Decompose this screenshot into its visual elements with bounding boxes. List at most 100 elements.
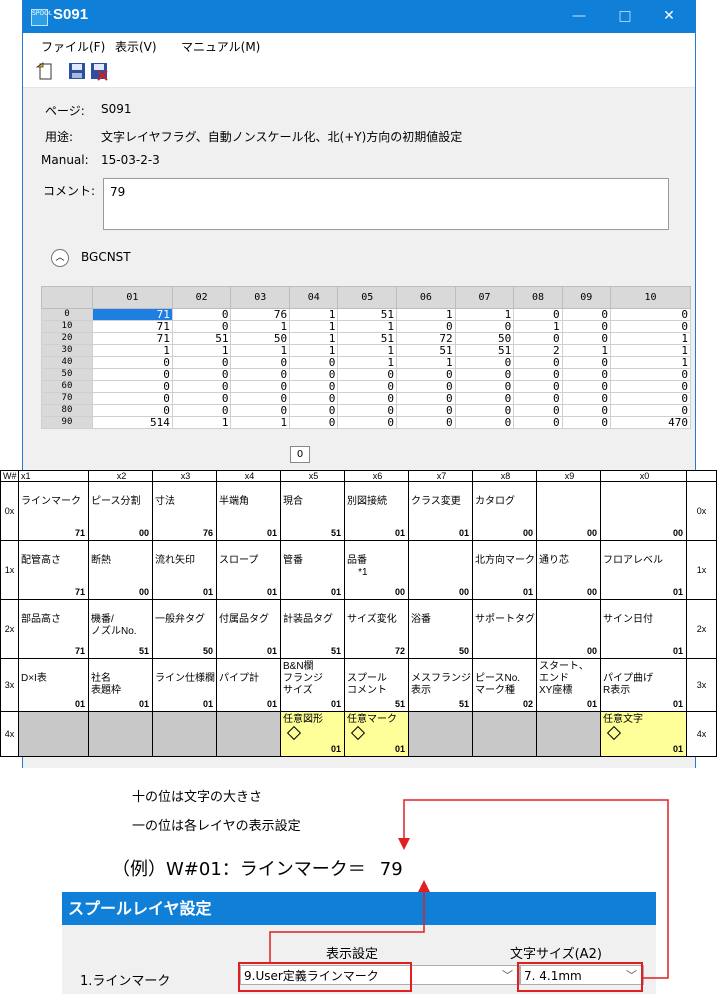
grid-cell[interactable]: 0 [396, 416, 456, 429]
grid-cell[interactable]: 0 [337, 416, 398, 429]
save-icon[interactable] [67, 61, 87, 81]
grid-cell[interactable]: 0 [561, 320, 611, 333]
collapse-icon[interactable]: ︿ [51, 249, 69, 267]
grid-cell[interactable]: 0 [561, 332, 611, 345]
grid-cell[interactable]: 71 [91, 308, 173, 321]
grid-cell[interactable]: 0 [289, 380, 339, 393]
grid-cell[interactable]: 0 [289, 392, 339, 405]
grid-cell[interactable]: 1 [230, 416, 291, 429]
grid-cell[interactable]: 0 [454, 356, 515, 369]
maximize-button[interactable]: □ [615, 8, 635, 24]
grid-cell[interactable]: 470 [609, 416, 692, 429]
grid-cell[interactable]: 1 [337, 344, 398, 357]
grid-cell[interactable]: 51 [396, 344, 456, 357]
grid-cell[interactable]: 0 [396, 368, 456, 381]
grid-cell[interactable]: 1 [396, 356, 456, 369]
grid-cell[interactable]: 0 [171, 356, 232, 369]
save-as-icon[interactable] [89, 61, 109, 81]
grid-cell[interactable]: 0 [337, 404, 398, 417]
grid-cell[interactable]: 0 [513, 416, 563, 429]
grid-cell[interactable]: 1 [289, 344, 339, 357]
grid-cell[interactable]: 0 [513, 332, 563, 345]
grid-cell[interactable]: 0 [454, 320, 515, 333]
grid-cell[interactable]: 0 [289, 416, 339, 429]
grid-cell[interactable]: 0 [609, 392, 692, 405]
grid-cell[interactable]: 1 [561, 344, 611, 357]
grid-cell[interactable]: 76 [230, 308, 291, 321]
grid-cell[interactable]: 0 [454, 380, 515, 393]
grid-cell[interactable]: 0 [609, 308, 692, 321]
grid-cell[interactable]: 0 [561, 404, 611, 417]
menu-manual[interactable]: マニュアル(M) [181, 38, 260, 55]
grid-cell[interactable]: 0 [230, 356, 291, 369]
grid-cell[interactable]: 0 [513, 308, 563, 321]
grid-cell[interactable]: 0 [513, 356, 563, 369]
grid-cell[interactable]: 0 [289, 404, 339, 417]
grid-cell[interactable]: 71 [91, 320, 173, 333]
grid-cell[interactable]: 0 [561, 416, 611, 429]
grid-cell[interactable]: 0 [396, 392, 456, 405]
grid-cell[interactable]: 0 [91, 356, 173, 369]
grid-cell[interactable]: 2 [513, 344, 563, 357]
grid-cell[interactable]: 0 [396, 320, 456, 333]
grid-cell[interactable]: 1 [171, 416, 232, 429]
grid-cell[interactable]: 0 [454, 368, 515, 381]
comment-field[interactable]: 79 [103, 178, 669, 230]
grid-cell[interactable]: 0 [91, 380, 173, 393]
grid-cell[interactable]: 0 [513, 380, 563, 393]
grid-cell[interactable]: 0 [609, 404, 692, 417]
grid-cell[interactable]: 0 [513, 404, 563, 417]
menu-file[interactable]: ファイル(F) [41, 38, 105, 55]
grid-cell[interactable]: 50 [454, 332, 515, 345]
grid-cell[interactable]: 0 [513, 392, 563, 405]
grid-cell[interactable]: 1 [337, 320, 398, 333]
grid-cell[interactable]: 1 [609, 332, 692, 345]
grid-cell[interactable]: 0 [561, 380, 611, 393]
grid-cell[interactable]: 0 [561, 356, 611, 369]
grid-cell[interactable]: 0 [171, 308, 232, 321]
grid-cell[interactable]: 0 [337, 368, 398, 381]
close-button[interactable]: ✕ [659, 8, 679, 24]
grid-cell[interactable]: 0 [337, 380, 398, 393]
grid-cell[interactable]: 0 [91, 368, 173, 381]
grid-cell[interactable]: 0 [454, 392, 515, 405]
grid-cell[interactable]: 0 [289, 356, 339, 369]
menu-view[interactable]: 表示(V) [115, 38, 157, 55]
export-icon[interactable] [35, 61, 55, 81]
grid-cell[interactable]: 1 [289, 332, 339, 345]
grid-cell[interactable]: 1 [91, 344, 173, 357]
grid-cell[interactable]: 0 [609, 320, 692, 333]
grid-cell[interactable]: 0 [454, 416, 515, 429]
minimize-button[interactable]: — [569, 8, 589, 24]
grid-cell[interactable]: 51 [171, 332, 232, 345]
grid-cell[interactable]: 1 [230, 320, 291, 333]
grid-cell[interactable]: 1 [609, 356, 692, 369]
grid-cell[interactable]: 0 [230, 368, 291, 381]
grid-cell[interactable]: 1 [337, 356, 398, 369]
grid-cell[interactable]: 1 [230, 344, 291, 357]
grid-cell[interactable]: 0 [91, 404, 173, 417]
grid-cell[interactable]: 0 [561, 308, 611, 321]
grid-cell[interactable]: 514 [91, 416, 173, 429]
grid-cell[interactable]: 0 [171, 380, 232, 393]
grid-cell[interactable]: 0 [609, 368, 692, 381]
grid-cell[interactable]: 1 [513, 320, 563, 333]
grid-cell[interactable]: 0 [171, 404, 232, 417]
grid-cell[interactable]: 1 [609, 344, 692, 357]
grid-cell[interactable]: 0 [561, 368, 611, 381]
grid-cell[interactable]: 1 [171, 344, 232, 357]
grid-cell[interactable]: 0 [561, 392, 611, 405]
grid-cell[interactable]: 0 [171, 392, 232, 405]
grid-cell[interactable]: 0 [230, 404, 291, 417]
grid-cell[interactable]: 50 [230, 332, 291, 345]
grid-cell[interactable]: 1 [396, 308, 456, 321]
grid-cell[interactable]: 0 [289, 368, 339, 381]
grid-cell[interactable]: 1 [454, 308, 515, 321]
grid-cell[interactable]: 0 [396, 380, 456, 393]
grid-cell[interactable]: 0 [454, 404, 515, 417]
grid-cell[interactable]: 1 [289, 308, 339, 321]
grid-cell[interactable]: 0 [230, 392, 291, 405]
grid-cell[interactable]: 71 [91, 332, 173, 345]
grid-cell[interactable]: 1 [289, 320, 339, 333]
grid-cell[interactable]: 0 [171, 368, 232, 381]
